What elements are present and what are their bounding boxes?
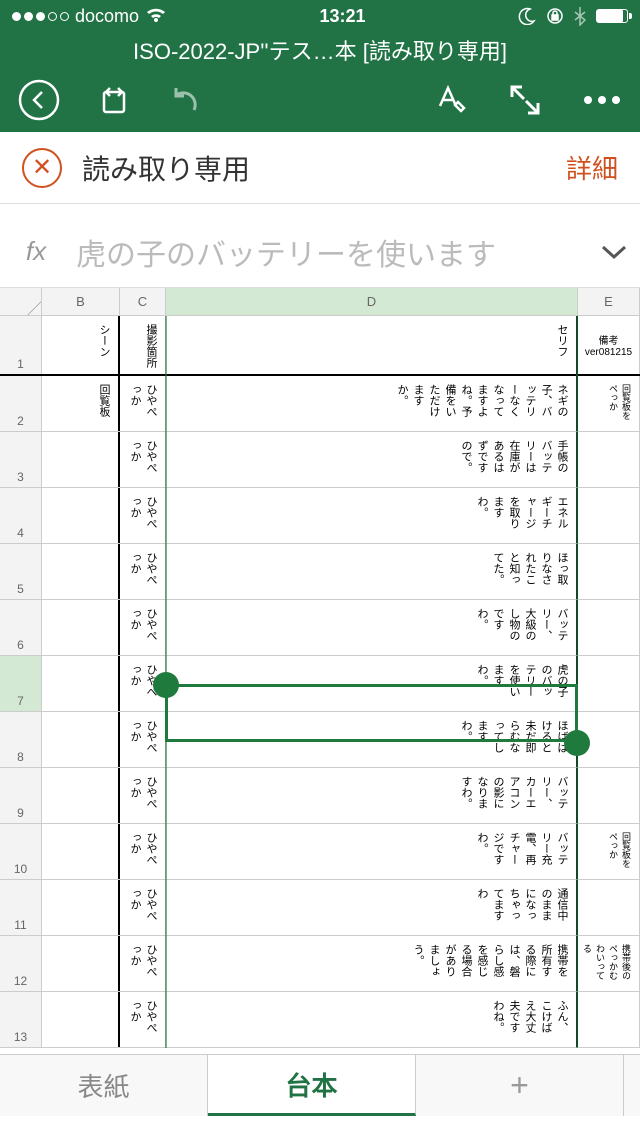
row-header[interactable]: 1 <box>0 316 42 374</box>
chevron-down-icon[interactable] <box>600 244 628 260</box>
formula-text: 虎の子のバッテリーを使います <box>76 230 584 274</box>
formula-bar[interactable]: fx 虎の子のバッテリーを使います <box>0 216 640 288</box>
table-row: 1 シーン 撮影箇所 セリフ 備考 ver081215 <box>0 316 640 376</box>
battery-icon <box>596 9 628 23</box>
spreadsheet[interactable]: B C D E 1 シーン 撮影箇所 セリフ 備考 ver081215 2回覧板… <box>0 288 640 1054</box>
bluetooth-icon <box>574 6 586 26</box>
tab-add[interactable]: + <box>416 1055 624 1116</box>
document-title: ISO-2022-JP''テス…本 [読み取り専用] <box>0 32 640 68</box>
wifi-icon <box>145 8 167 24</box>
fx-label: fx <box>12 236 60 267</box>
readonly-banner: ✕ 読み取り専用 詳細 <box>0 132 640 204</box>
col-header[interactable]: B <box>42 288 120 315</box>
banner-text: 読み取り専用 <box>82 148 250 188</box>
status-bar: docomo 13:21 <box>0 0 640 32</box>
undo-button[interactable] <box>168 82 204 118</box>
moon-icon <box>518 7 536 25</box>
tab-script[interactable]: 台本 <box>208 1055 416 1116</box>
format-button[interactable] <box>432 82 468 118</box>
selection-handle-top[interactable] <box>153 672 179 698</box>
cell[interactable]: シーン <box>42 316 120 374</box>
selection-handle-bottom[interactable] <box>564 730 590 756</box>
close-banner-icon[interactable]: ✕ <box>22 148 62 188</box>
sync-button[interactable] <box>96 82 132 118</box>
back-button[interactable] <box>18 79 60 121</box>
cell[interactable]: 撮影箇所 <box>120 316 166 374</box>
clock: 13:21 <box>320 6 366 27</box>
col-header[interactable]: C <box>120 288 166 315</box>
fullscreen-button[interactable] <box>508 83 542 117</box>
signal-strength-icon <box>12 12 69 21</box>
carrier-label: docomo <box>75 6 139 27</box>
cell[interactable]: 備考 ver081215 <box>578 316 640 374</box>
cell[interactable]: セリフ <box>166 316 578 374</box>
select-all-corner[interactable] <box>0 288 42 315</box>
toolbar <box>0 68 640 132</box>
sheet-tabs: 表紙 台本 + <box>0 1054 640 1116</box>
more-button[interactable] <box>582 95 622 105</box>
tab-cover[interactable]: 表紙 <box>0 1055 208 1116</box>
col-header[interactable]: E <box>578 288 640 315</box>
lock-rotation-icon <box>546 7 564 25</box>
col-header[interactable]: D <box>166 288 578 315</box>
banner-details-link[interactable]: 詳細 <box>566 149 618 186</box>
